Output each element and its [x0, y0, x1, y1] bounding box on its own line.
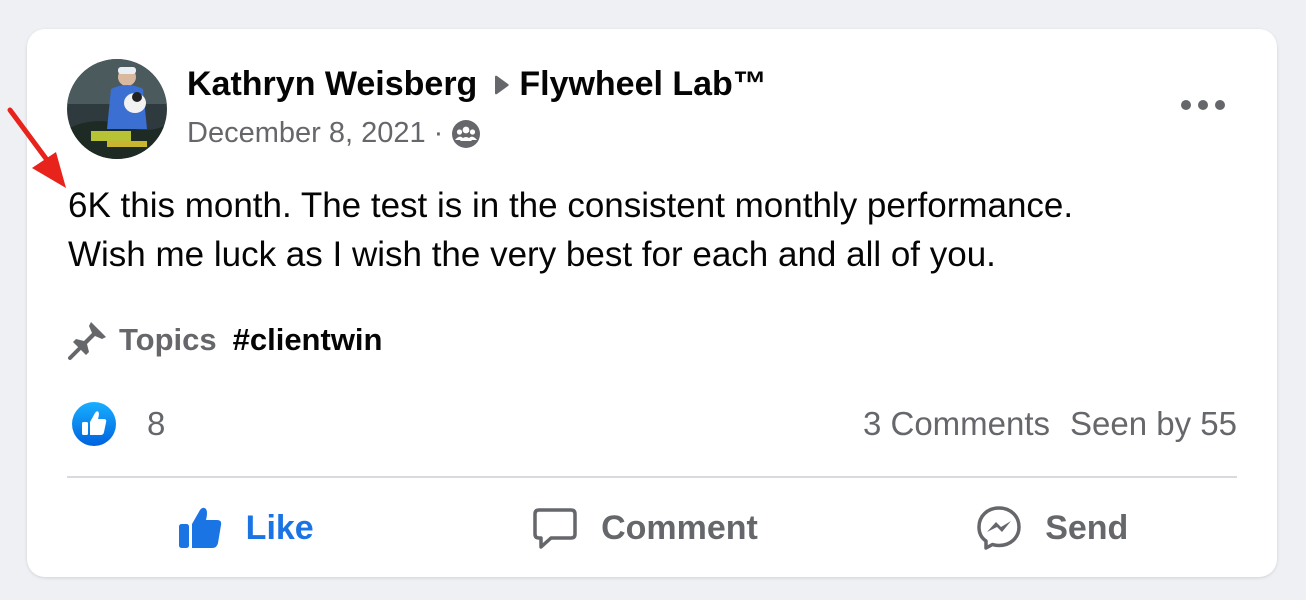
like-button[interactable]: Like — [176, 504, 314, 552]
post-text-line: 6K this month. The test is in the consis… — [68, 186, 1074, 225]
divider — [67, 476, 1237, 478]
avatar[interactable] — [67, 59, 167, 159]
topics-label: Topics — [119, 322, 217, 357]
post-text-line: Wish me luck as I wish the very best for… — [68, 235, 996, 274]
messenger-icon — [977, 506, 1021, 550]
post-meta: December 8, 2021 · — [187, 117, 481, 150]
post-actions: Like Comment Send — [67, 489, 1237, 567]
post-date[interactable]: December 8, 2021 — [187, 117, 426, 150]
reaction-count: 8 — [147, 405, 166, 442]
send-label: Send — [1045, 508, 1129, 547]
more-options-icon[interactable] — [1181, 95, 1225, 115]
post-body: 6K this month. The test is in the consis… — [68, 181, 1248, 279]
reactions-summary[interactable]: 8 — [71, 401, 165, 447]
group-name[interactable]: Flywheel Lab™ — [519, 65, 767, 104]
topic-hashtag[interactable]: #clientwin — [233, 322, 383, 358]
caret-right-icon — [495, 75, 510, 94]
author-name[interactable]: Kathryn Weisberg — [187, 65, 477, 104]
post-card: Kathryn Weisberg Flywheel Lab™ December … — [27, 29, 1277, 577]
comment-icon — [533, 508, 577, 549]
comments-count-link[interactable]: 3 Comments — [863, 405, 1050, 443]
red-arrow-annotation — [7, 107, 66, 188]
like-label: Like — [245, 508, 314, 547]
stats-right: 3 Comments Seen by 55 — [863, 405, 1237, 443]
like-reaction-icon — [72, 402, 116, 446]
send-button[interactable]: Send — [975, 504, 1128, 552]
group-audience-icon — [452, 119, 481, 148]
comment-label: Comment — [601, 508, 758, 547]
post-header-title: Kathryn Weisberg Flywheel Lab™ — [187, 65, 767, 104]
comment-button[interactable]: Comment — [531, 504, 758, 552]
pin-icon — [68, 322, 106, 360]
thumbs-up-icon — [178, 507, 221, 548]
meta-separator: · — [433, 117, 444, 149]
engagement-stats: 8 3 Comments Seen by 55 — [71, 399, 1237, 449]
topics-row: Topics #clientwin — [67, 319, 382, 361]
seen-by-link[interactable]: Seen by 55 — [1070, 405, 1237, 443]
